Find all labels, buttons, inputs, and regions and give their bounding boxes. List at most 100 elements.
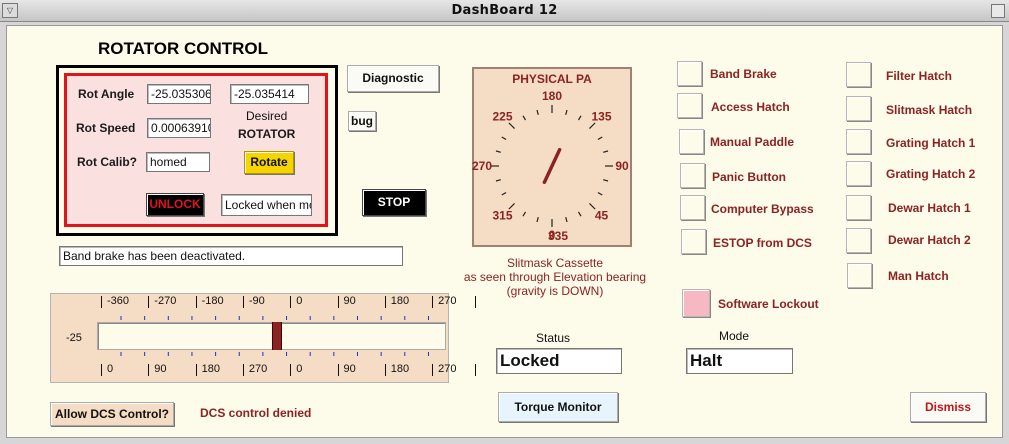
software-lockout-label: Software Lockout (718, 297, 819, 311)
man-hatch-indicator[interactable] (847, 263, 872, 288)
pa-tick (522, 211, 527, 217)
pa-tick (597, 136, 603, 141)
scale-end-tick (475, 296, 477, 308)
access-hatch-label: Access Hatch (711, 100, 790, 114)
scale-end-tick (475, 364, 477, 376)
rot-angle-field[interactable]: -25.035306 (147, 84, 211, 104)
pa-tick (577, 115, 582, 121)
pa-tick (589, 122, 596, 129)
rot-calib-field[interactable]: homed (146, 152, 210, 172)
desired-angle-field[interactable]: -25.035414 (230, 84, 309, 104)
scale-tick-label: 0 (296, 295, 303, 307)
scale-tick-label: -270 (154, 295, 177, 307)
grating-hatch-2-label: Grating Hatch 2 (886, 167, 976, 181)
dismiss-button[interactable]: Dismiss (910, 392, 986, 422)
window-title: DashBoard 12 (451, 3, 558, 18)
band-brake-indicator[interactable] (677, 61, 702, 86)
pa-tick (536, 109, 539, 115)
rot-speed-field[interactable]: 0.00063910 (147, 118, 211, 138)
dewar-hatch-1-label: Dewar Hatch 1 (888, 201, 971, 215)
scale-major-tick (290, 364, 292, 376)
rotate-button[interactable]: Rotate (244, 151, 294, 174)
pa-tick (603, 179, 609, 182)
scale-value-label: -25 (66, 332, 82, 344)
pa-tick (565, 217, 568, 223)
computer-bypass-label: Computer Bypass (711, 202, 814, 216)
physical-pa-title: PHYSICAL PA (512, 72, 592, 86)
pa-tick (522, 115, 527, 121)
man-hatch-label: Man Hatch (888, 269, 949, 283)
scale-tick-label: -180 (201, 295, 224, 307)
filter-hatch-label: Filter Hatch (886, 69, 953, 83)
status-field: Locked (496, 348, 622, 374)
pa-tick (597, 191, 603, 196)
pa-tick (536, 217, 539, 223)
pa-tick (501, 191, 507, 196)
pa-label: 180 (542, 89, 562, 103)
pa-label: 135 (591, 110, 611, 124)
pa-label: 45 (595, 208, 609, 222)
torque-monitor-button[interactable]: Torque Monitor (498, 392, 618, 422)
scale-major-tick (148, 296, 150, 308)
scale-tick-label: 180 (390, 363, 410, 375)
mode-label: Mode (719, 329, 750, 343)
grating-hatch-2-indicator[interactable] (846, 161, 871, 186)
pa-label: 90 (615, 159, 629, 173)
grating-hatch-1-indicator[interactable] (846, 129, 871, 154)
status-message-field: Band brake has been deactivated. (59, 246, 403, 266)
cassette-caption-line1: Slitmask Cassette (506, 256, 604, 270)
scale-tick-label: 270 (438, 363, 457, 375)
scale-major-tick (337, 364, 339, 376)
scale-tick-label: 180 (390, 295, 410, 307)
pa-tick (508, 122, 515, 129)
scale-major-tick (384, 296, 386, 308)
band-brake-label: Band Brake (710, 67, 777, 81)
dewar-hatch-2-label: Dewar Hatch 2 (888, 233, 971, 247)
lock-mode-field[interactable]: Locked when moving (221, 194, 312, 216)
dcs-control-status: DCS control denied (200, 406, 312, 420)
pa-bottom-value: 335 (547, 229, 569, 243)
pa-tick (603, 150, 609, 153)
stop-button[interactable]: STOP (362, 189, 426, 216)
software-lockout-indicator[interactable] (682, 289, 710, 317)
scale-major-tick (101, 364, 102, 376)
scale-major-tick (242, 364, 244, 376)
window-maximize-button[interactable] (991, 4, 1005, 18)
slitmask-hatch-label: Slitmask Hatch (886, 103, 973, 117)
scale-major-tick (337, 296, 339, 308)
panic-button-indicator[interactable] (680, 163, 705, 188)
scale-major-tick (148, 364, 150, 376)
desired-label: Desired (246, 109, 288, 123)
slitmask-hatch-indicator[interactable] (846, 96, 871, 121)
filter-hatch-indicator[interactable] (846, 62, 871, 87)
scale-tick-label: 270 (248, 363, 268, 375)
dewar-hatch-1-indicator[interactable] (846, 195, 871, 220)
scale-major-tick (101, 296, 102, 308)
cassette-caption-line3: (gravity is DOWN) (506, 284, 604, 298)
scale-tick-label: -360 (107, 295, 130, 307)
scale-tick-label: 180 (201, 363, 220, 375)
access-hatch-indicator[interactable] (677, 93, 702, 118)
manual-paddle-indicator[interactable] (679, 129, 704, 154)
panic-button-label: Panic Button (712, 170, 786, 184)
scale-major-tick (432, 364, 434, 376)
bug-button[interactable]: bug (348, 111, 376, 131)
estop-dcs-label: ESTOP from DCS (713, 236, 812, 250)
scale-tick-label: 270 (438, 295, 457, 307)
allow-dcs-control-button[interactable]: Allow DCS Control? (50, 402, 174, 426)
pa-tick (495, 179, 501, 182)
unlock-button[interactable]: UNLOCK (146, 193, 204, 216)
scale-tick-label: 90 (343, 363, 356, 375)
physical-pa-gauge: 18013590453152702250 (472, 89, 629, 242)
rot-calib-label: Rot Calib? (77, 155, 137, 169)
scale-position-marker[interactable] (272, 322, 283, 350)
computer-bypass-indicator[interactable] (680, 195, 705, 220)
rot-angle-label: Rot Angle (78, 87, 135, 101)
diagnostic-button[interactable]: Diagnostic (347, 65, 439, 92)
pa-tick (577, 211, 582, 217)
dewar-hatch-2-indicator[interactable] (846, 228, 871, 253)
scale-tick-label: 90 (154, 363, 167, 375)
scale-tick-label: -90 (248, 295, 265, 307)
estop-dcs-indicator[interactable] (681, 229, 706, 254)
mode-field: Halt (686, 348, 793, 374)
